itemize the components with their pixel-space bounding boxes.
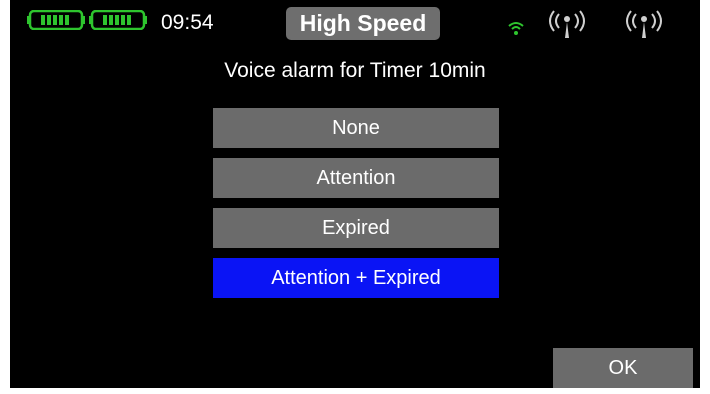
option-expired[interactable]: Expired (213, 208, 499, 248)
status-bar: 09:54 High Speed (10, 0, 700, 48)
option-attention-expired[interactable]: Attention + Expired (213, 258, 499, 298)
option-attention[interactable]: Attention (213, 158, 499, 198)
clock-time: 09:54 (161, 11, 214, 34)
transmitter-screen: 09:54 High Speed Voice alarm for Timer 1… (10, 0, 700, 388)
battery-icon (27, 10, 85, 30)
ok-button[interactable]: OK (553, 348, 693, 388)
wifi-signal-icon (507, 20, 525, 41)
antenna-icon (545, 10, 589, 45)
flight-mode-badge: High Speed (286, 7, 440, 40)
battery-icon (89, 10, 147, 30)
antenna-icon (622, 10, 666, 45)
screen-title: Voice alarm for Timer 10min (224, 59, 486, 82)
option-none[interactable]: None (213, 108, 499, 148)
